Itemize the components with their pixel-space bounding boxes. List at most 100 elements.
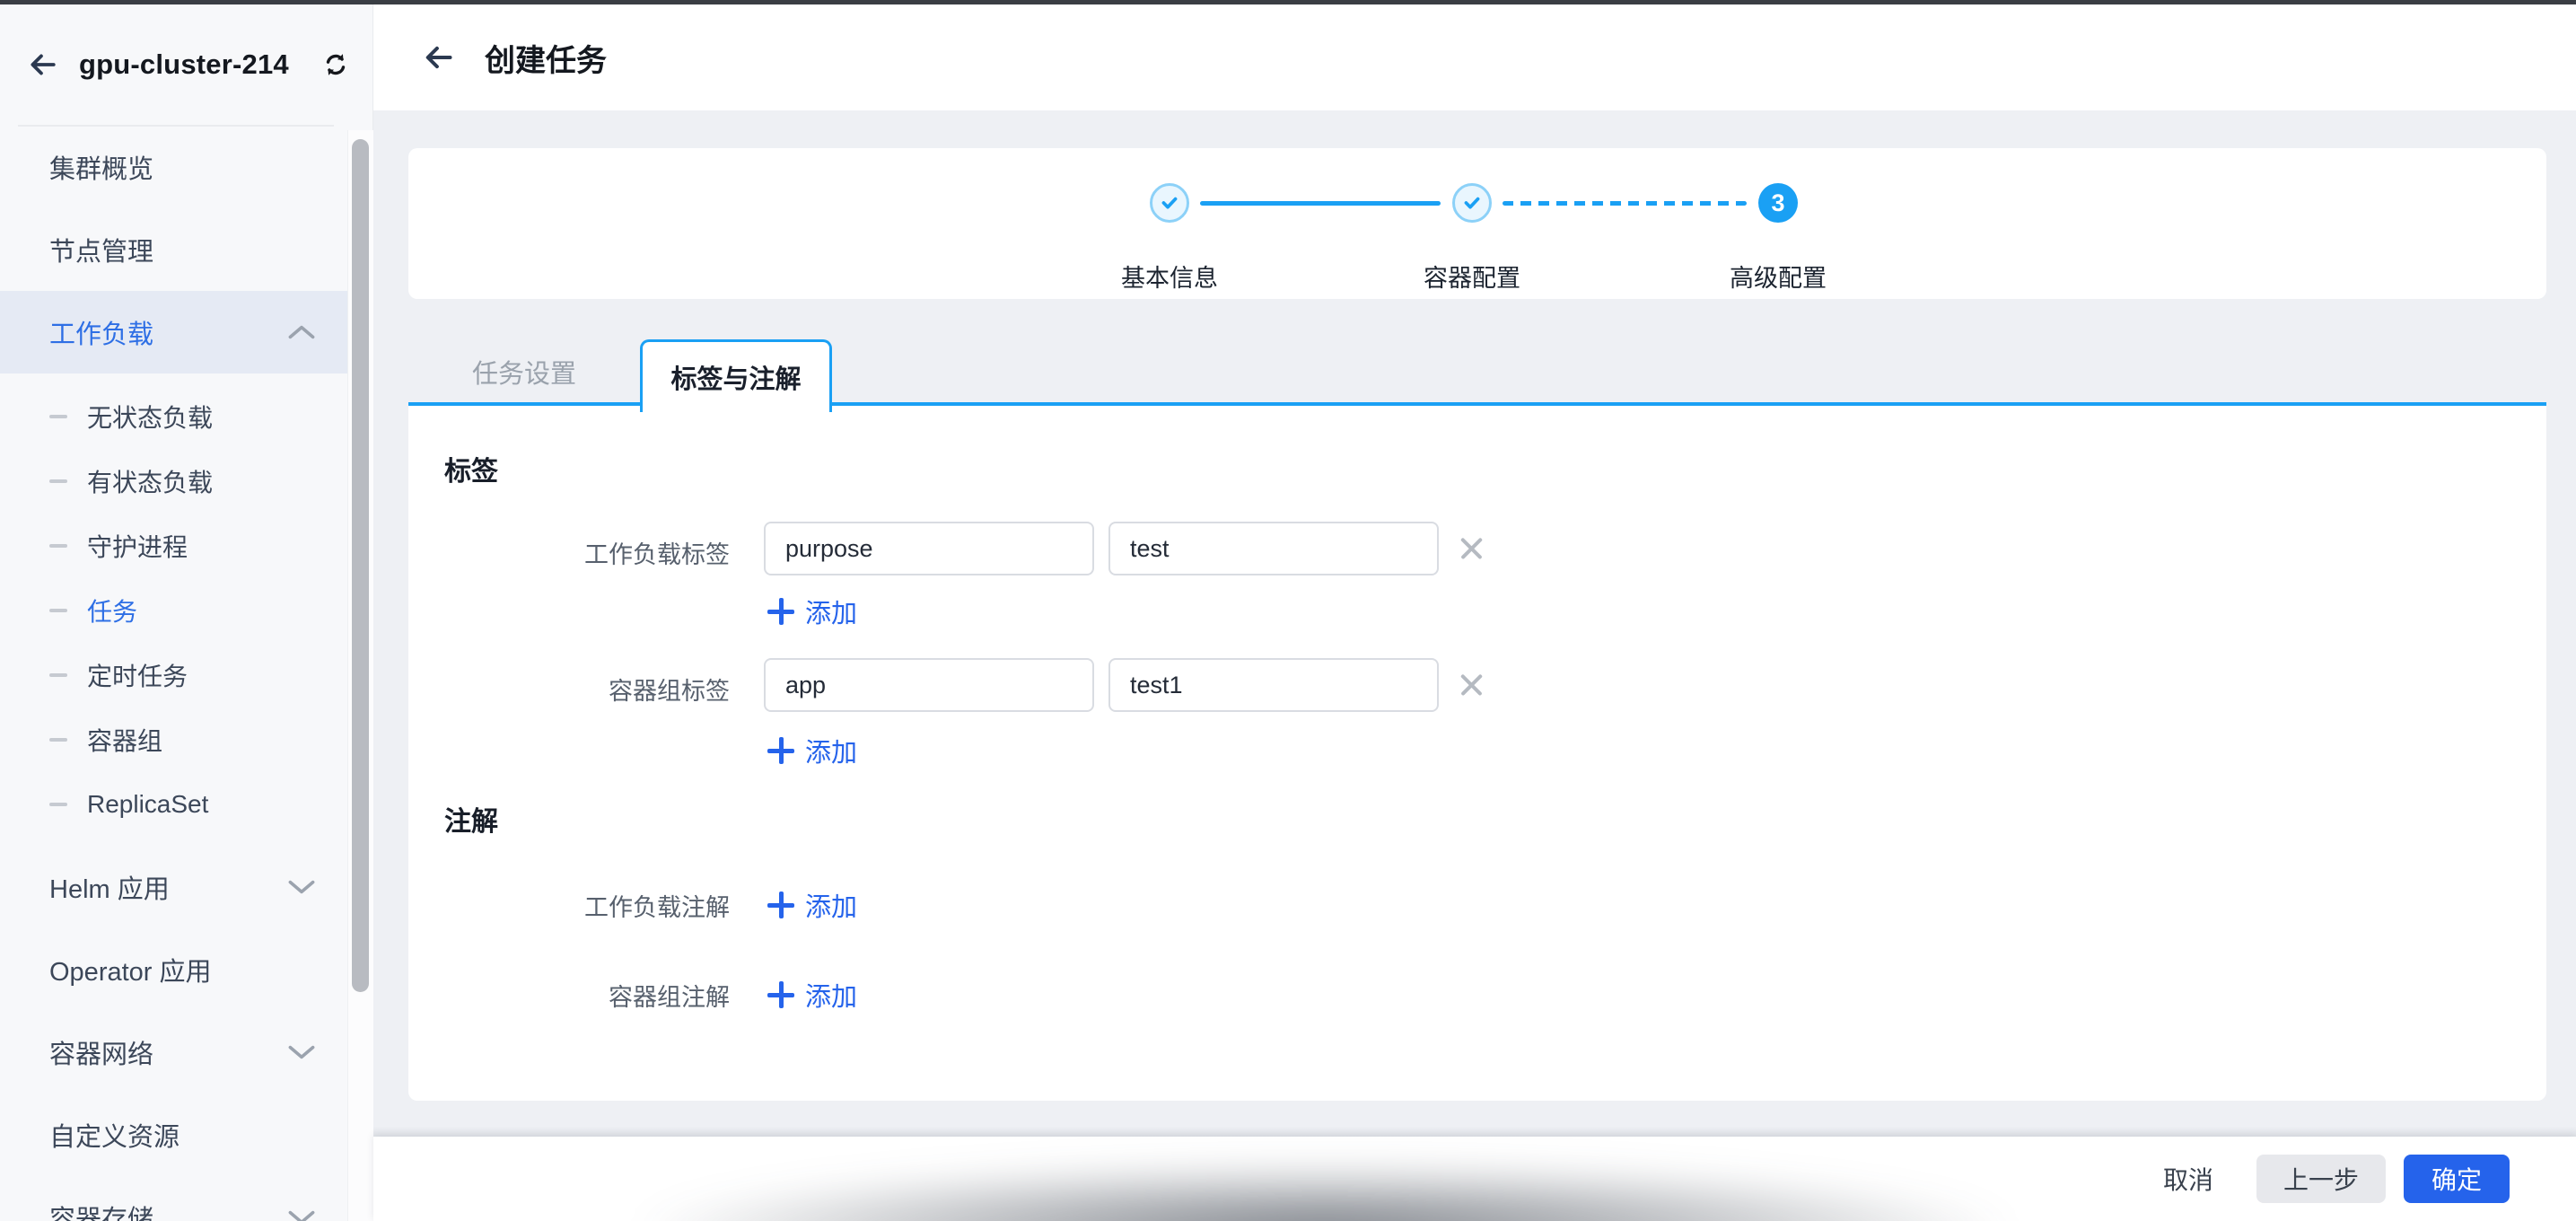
sidebar-item-statefulsets[interactable]: 有状态负载: [0, 449, 347, 514]
remove-pod-label-icon[interactable]: [1457, 670, 1487, 700]
add-pod-annotation-link[interactable]: 添加: [767, 976, 857, 1014]
add-link-label: 添加: [805, 732, 857, 769]
pod-labels-field-label: 容器组标签: [408, 672, 730, 707]
page-title: 创建任务: [485, 36, 607, 80]
dash-icon: [49, 415, 67, 418]
sidebar-item-container-network[interactable]: 容器网络: [0, 1011, 347, 1094]
sidebar-item-operator-apps[interactable]: Operator 应用: [0, 928, 347, 1011]
wizard-stepper: 3 基本信息 容器配置 高级配置: [1150, 183, 1814, 282]
sidebar-scrollbar-track: [347, 130, 373, 1221]
cluster-title: gpu-cluster-214: [79, 48, 320, 81]
step-1-done-icon[interactable]: [1150, 183, 1189, 223]
sidebar-item-label: 节点管理: [49, 231, 153, 268]
sidebar-item-node-management[interactable]: 节点管理: [0, 208, 347, 291]
dash-icon: [49, 738, 67, 742]
dash-icon: [49, 544, 67, 548]
page-header: 创建任务: [373, 4, 2576, 110]
plus-icon: [767, 981, 794, 1008]
back-icon[interactable]: [27, 49, 57, 80]
sidebar-item-label: ReplicaSet: [87, 790, 208, 819]
sidebar-item-deployments[interactable]: 无状态负载: [0, 384, 347, 449]
dash-icon: [49, 673, 67, 677]
sidebar-item-label: 集群概览: [49, 148, 153, 186]
sidebar-item-label: 守护进程: [87, 528, 188, 564]
sidebar-item-cronjobs[interactable]: 定时任务: [0, 643, 347, 707]
add-link-label: 添加: [805, 593, 857, 630]
sidebar-item-jobs[interactable]: 任务: [0, 578, 347, 643]
add-link-label: 添加: [805, 886, 857, 924]
wizard-footer: 取消 上一步 确定: [373, 1137, 2576, 1221]
step-3-current-badge: 3: [1758, 183, 1798, 223]
stepper-connector-solid: [1200, 201, 1441, 206]
sidebar-item-label: 自定义资源: [49, 1116, 180, 1154]
workload-label-key-input[interactable]: [764, 522, 1094, 575]
previous-step-button[interactable]: 上一步: [2256, 1155, 2386, 1203]
sidebar-item-container-storage[interactable]: 容器存储: [0, 1176, 347, 1221]
sidebar-item-label: 工作负载: [49, 313, 153, 351]
sidebar-item-workloads[interactable]: 工作负载: [0, 291, 347, 373]
app-window: gpu-cluster-214 集群概览 节点管理 工作负载: [0, 0, 2576, 1221]
confirm-button[interactable]: 确定: [2404, 1155, 2510, 1203]
remove-workload-label-icon[interactable]: [1457, 533, 1487, 564]
sidebar-item-replicaset[interactable]: ReplicaSet: [0, 772, 347, 837]
tab-job-settings[interactable]: 任务设置: [408, 339, 640, 404]
switch-cluster-icon[interactable]: [320, 49, 351, 80]
sidebar-item-helm-apps[interactable]: Helm 应用: [0, 846, 347, 928]
sidebar-scrollbar-thumb[interactable]: [352, 139, 369, 992]
stepper-card: 3 基本信息 容器配置 高级配置: [408, 148, 2546, 299]
add-workload-label-link[interactable]: 添加: [767, 593, 857, 630]
sidebar-item-label: 容器存储: [49, 1199, 153, 1221]
tab-labels-annotations[interactable]: 标签与注解: [640, 339, 832, 412]
sidebar-item-pods[interactable]: 容器组: [0, 707, 347, 772]
add-workload-annotation-link[interactable]: 添加: [767, 886, 857, 924]
dash-icon: [49, 609, 67, 612]
window-top-strip: [0, 0, 2576, 4]
step-2-label: 容器配置: [1373, 259, 1571, 294]
bottom-shadow: [643, 1162, 2007, 1221]
chevron-down-icon: [286, 879, 317, 895]
sidebar: gpu-cluster-214 集群概览 节点管理 工作负载: [0, 4, 373, 1221]
dash-icon: [49, 479, 67, 483]
sidebar-item-cluster-overview[interactable]: 集群概览: [0, 126, 347, 208]
add-pod-label-link[interactable]: 添加: [767, 732, 857, 769]
workload-labels-field-label: 工作负载标签: [408, 535, 730, 570]
sidebar-item-label: 定时任务: [87, 657, 188, 693]
sidebar-item-daemonsets[interactable]: 守护进程: [0, 514, 347, 578]
step-number: 3: [1771, 189, 1784, 217]
chevron-down-icon: [286, 1044, 317, 1060]
step-3-label: 高级配置: [1679, 259, 1877, 294]
sidebar-item-label: 容器网络: [49, 1033, 153, 1071]
sidebar-header: gpu-cluster-214: [0, 4, 372, 125]
plus-icon: [767, 892, 794, 918]
page-body: 3 基本信息 容器配置 高级配置 任务设置 标签与注解 标签: [373, 110, 2576, 1137]
chevron-down-icon: [286, 1209, 317, 1221]
sidebar-item-label: 有状态负载: [87, 463, 213, 499]
sidebar-menu: 集群概览 节点管理 工作负载 无状态负载 有状态负载 守护进程: [0, 126, 347, 1221]
step-1-label: 基本信息: [1071, 259, 1268, 294]
sidebar-item-label: Operator 应用: [49, 951, 212, 988]
workload-label-value-input[interactable]: [1108, 522, 1439, 575]
sidebar-item-label: 任务: [87, 593, 137, 628]
tab-bar: 任务设置 标签与注解: [408, 339, 2546, 404]
dash-icon: [49, 803, 67, 806]
back-icon[interactable]: [422, 41, 454, 74]
main-area: 创建任务 3 基本信息 容器配置: [373, 4, 2576, 1221]
plus-icon: [767, 737, 794, 764]
cancel-button[interactable]: 取消: [2163, 1155, 2213, 1203]
sidebar-item-label: Helm 应用: [49, 868, 170, 906]
annotations-section-title: 注解: [444, 799, 498, 839]
add-link-label: 添加: [805, 976, 857, 1014]
pod-label-key-input[interactable]: [764, 658, 1094, 712]
step-2-done-icon[interactable]: [1452, 183, 1492, 223]
sidebar-item-custom-resources[interactable]: 自定义资源: [0, 1094, 347, 1176]
workload-annotations-field-label: 工作负载注解: [408, 888, 730, 923]
labels-section-title: 标签: [444, 449, 498, 488]
pod-annotations-field-label: 容器组注解: [408, 978, 730, 1013]
pod-label-value-input[interactable]: [1108, 658, 1439, 712]
sidebar-item-label: 容器组: [87, 722, 162, 758]
chevron-up-icon: [286, 324, 317, 340]
tab-label: 标签与注解: [670, 358, 801, 396]
tab-label: 任务设置: [472, 353, 576, 391]
stepper-connector-dashed: [1503, 201, 1747, 206]
labels-annotations-form: 标签 工作负载标签 添加 容器组标签 添加 注: [408, 404, 2546, 1101]
